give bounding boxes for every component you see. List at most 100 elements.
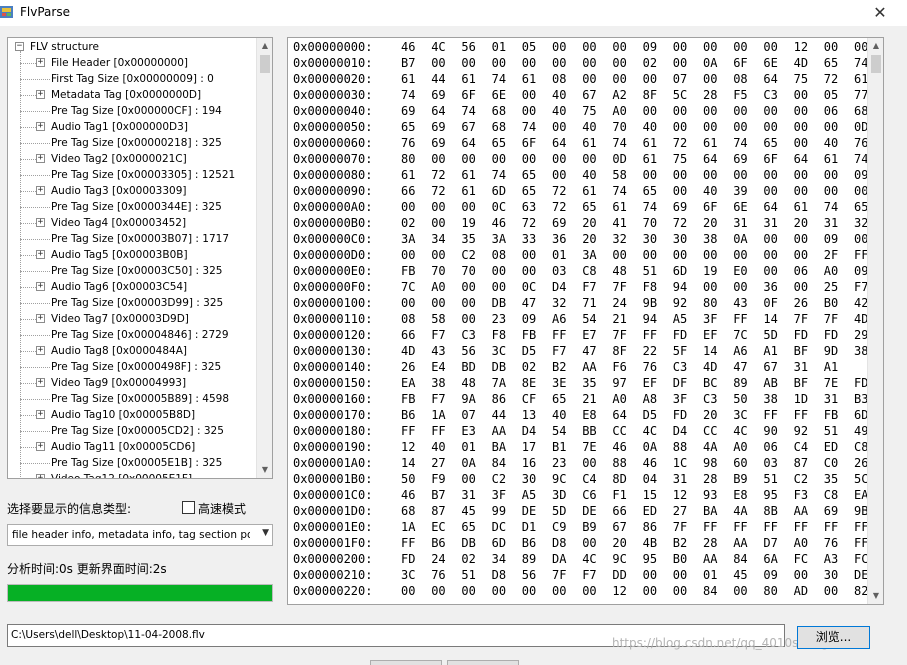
browse-button[interactable]: 浏览...	[797, 626, 870, 649]
hex-row: 0x00000120: 66 F7 C3 F8 FB FF E7 7F FF FD EF 7C 5D FD F…	[293, 327, 868, 343]
tree-connector-line	[20, 399, 50, 400]
tree-connector-line	[20, 239, 50, 240]
hex-byte: 38	[763, 392, 778, 406]
tree-item[interactable]: Pre Tag Size [0x00004846] : 2729	[8, 327, 256, 343]
scroll-up-icon[interactable]: ▲	[868, 38, 883, 54]
tree-item[interactable]: Pre Tag Size [0x00003C50] : 325	[8, 263, 256, 279]
tree-item[interactable]: Pre Tag Size [0x00000218] : 325	[8, 135, 256, 151]
hex-view[interactable]: 0x00000000: 46 4C 56 01 05 00 00 00 09 00 00 00 00 12 0…	[287, 37, 884, 605]
expand-icon[interactable]: +	[36, 122, 45, 131]
tree-item[interactable]: Pre Tag Size [0x00005E1B] : 325	[8, 455, 256, 471]
tree-item[interactable]: + Audio Tag6 [0x00003C54]	[8, 279, 256, 295]
tree-item[interactable]: + Audio Tag3 [0x00003309]	[8, 183, 256, 199]
tree-item[interactable]: + Video Tag2 [0x0000021C]	[8, 151, 256, 167]
expand-icon[interactable]: +	[36, 58, 45, 67]
info-type-select[interactable]: file header info, metadata info, tag sec…	[7, 524, 273, 546]
tree-item[interactable]: Pre Tag Size [0x0000498F] : 325	[8, 359, 256, 375]
hex-byte: 3A	[491, 232, 507, 246]
expand-icon[interactable]: +	[36, 410, 45, 419]
expand-icon[interactable]: +	[36, 186, 45, 195]
hex-byte: 74	[491, 72, 507, 86]
tree-item[interactable]: Pre Tag Size [0x00003D99] : 325	[8, 295, 256, 311]
hex-byte: 3A	[401, 232, 416, 246]
hex-byte: 00	[793, 104, 809, 118]
tree-connector-line	[20, 415, 36, 416]
expand-icon[interactable]: +	[36, 474, 45, 478]
tree-item[interactable]: + Video Tag12 [0x00005E1F]	[8, 471, 256, 478]
collapse-icon[interactable]: −	[15, 42, 24, 51]
fast-mode-label[interactable]: 高速模式	[198, 500, 246, 517]
close-icon[interactable]: ✕	[866, 0, 894, 26]
expand-icon[interactable]: +	[36, 442, 45, 451]
hex-byte: 39	[733, 184, 748, 198]
tree-item[interactable]: + Audio Tag10 [0x00005B8D]	[8, 407, 256, 423]
hex-byte: 36	[552, 232, 567, 246]
hex-byte: 3C	[733, 408, 748, 422]
tree-item[interactable]: + File Header [0x00000000]	[8, 55, 256, 71]
bottom-button-right[interactable]	[447, 660, 519, 665]
tree-scrollbar[interactable]: ▲ ▼	[256, 38, 272, 478]
expand-icon[interactable]: +	[36, 378, 45, 387]
expand-icon[interactable]: +	[36, 90, 45, 99]
tree-item[interactable]: + Video Tag9 [0x00004993]	[8, 375, 256, 391]
hex-byte: FD	[672, 408, 688, 422]
hex-byte: 00	[521, 248, 537, 262]
flv-structure-tree[interactable]: − FLV structure + File Header [0x00000000] F…	[7, 37, 273, 479]
expand-icon[interactable]: +	[36, 154, 45, 163]
hex-byte: EF	[703, 328, 718, 342]
hex-address: 0x00000120:	[293, 328, 373, 342]
tree-item[interactable]: Pre Tag Size [0x000000CF] : 194	[8, 103, 256, 119]
scroll-down-icon[interactable]: ▼	[868, 588, 883, 604]
scroll-up-icon[interactable]: ▲	[257, 38, 272, 54]
hex-row: 0x000001F0: FF B6 DB 6D B6 D8 00 20 4B B2 28 AA D7 A0 7…	[293, 535, 868, 551]
hex-byte: 3F	[703, 312, 718, 326]
tree-item[interactable]: First Tag Size [0x00000009] : 0	[8, 71, 256, 87]
tree-item[interactable]: Pre Tag Size [0x00005CD2] : 325	[8, 423, 256, 439]
hex-byte: 40	[823, 136, 839, 150]
expand-icon[interactable]: +	[36, 250, 45, 259]
hex-byte: C3	[703, 392, 718, 406]
tree-scroll-thumb[interactable]	[260, 55, 270, 73]
tree-item[interactable]: + Video Tag4 [0x00003452]	[8, 215, 256, 231]
tree-item[interactable]: + Audio Tag11 [0x00005CD6]	[8, 439, 256, 455]
hex-byte: 00	[521, 104, 537, 118]
bottom-button-left[interactable]	[370, 660, 442, 665]
hex-byte: C4	[793, 440, 809, 454]
tree-item[interactable]: Pre Tag Size [0x00005B89] : 4598	[8, 391, 256, 407]
hex-byte: 61	[461, 184, 476, 198]
tree-item[interactable]: + Audio Tag5 [0x00003B0B]	[8, 247, 256, 263]
hex-byte: 14	[703, 344, 718, 358]
hex-address: 0x000000F0:	[293, 280, 373, 294]
tree-item[interactable]: + Audio Tag8 [0x0000484A]	[8, 343, 256, 359]
hex-byte: 9D	[823, 344, 839, 358]
tree-item[interactable]: Pre Tag Size [0x0000344E] : 325	[8, 199, 256, 215]
tree-item[interactable]: Pre Tag Size [0x00003B07] : 1717	[8, 231, 256, 247]
hex-byte: 41	[612, 216, 627, 230]
hex-byte: 61	[461, 168, 476, 182]
expand-icon[interactable]: +	[36, 218, 45, 227]
hex-byte: 80	[763, 584, 778, 598]
hex-row: 0x00000070: 80 00 00 00 00 00 00 0D 61 75 64 69 6F 64 6…	[293, 151, 868, 167]
expand-icon[interactable]: +	[36, 314, 45, 323]
hex-scroll-thumb[interactable]	[871, 55, 881, 73]
hex-byte: 28	[703, 536, 718, 550]
hex-byte: 70	[642, 216, 658, 230]
hex-byte: 00	[461, 200, 476, 214]
hex-byte: 7F	[793, 312, 809, 326]
scroll-down-icon[interactable]: ▼	[257, 462, 272, 478]
tree-item[interactable]: + Video Tag7 [0x00003D9D]	[8, 311, 256, 327]
hex-byte: 00	[461, 152, 476, 166]
hex-scrollbar[interactable]: ▲ ▼	[867, 38, 883, 604]
tree-item[interactable]: + Audio Tag1 [0x000000D3]	[8, 119, 256, 135]
hex-byte: 00	[552, 168, 567, 182]
fast-mode-checkbox[interactable]	[182, 501, 195, 514]
hex-byte: 76	[823, 536, 839, 550]
tree-item[interactable]: Pre Tag Size [0x00003305] : 12521	[8, 167, 256, 183]
hex-byte: 00	[703, 104, 718, 118]
tree-item[interactable]: + Metadata Tag [0x0000000D]	[8, 87, 256, 103]
hex-byte: 7F	[672, 520, 688, 534]
hex-address: 0x00000210:	[293, 568, 373, 582]
expand-icon[interactable]: +	[36, 346, 45, 355]
chevron-down-icon[interactable]: ▼	[262, 528, 269, 538]
expand-icon[interactable]: +	[36, 282, 45, 291]
